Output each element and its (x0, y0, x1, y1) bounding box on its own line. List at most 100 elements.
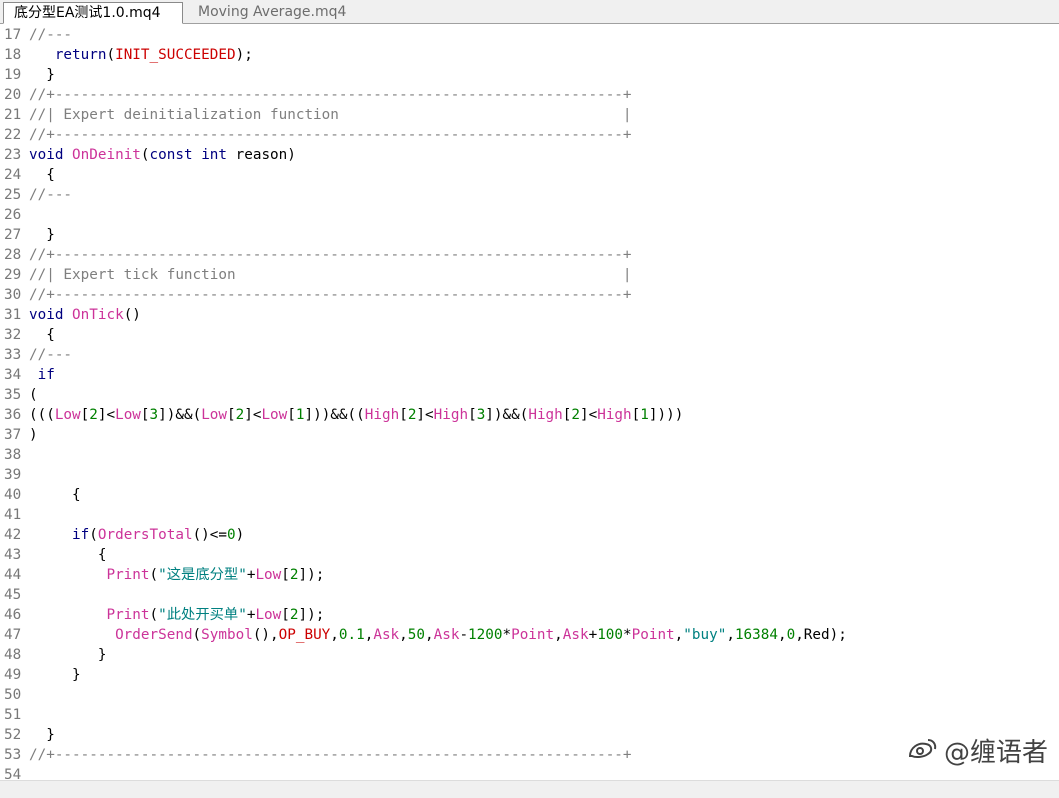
code-text: void OnTick() (29, 305, 141, 325)
code-text: (((Low[2]<Low[3])&&(Low[2]<Low[1]))&&((H… (29, 405, 683, 425)
line-number: 48 (4, 647, 22, 663)
code-token: OP_BUY (278, 627, 331, 643)
code-token: ( (89, 527, 98, 543)
code-token: //+-------------------------------------… (29, 247, 632, 263)
code-token: //--- (29, 347, 73, 363)
code-text: //+-------------------------------------… (29, 245, 632, 265)
line-number: 26 (4, 207, 22, 223)
code-token: 1 (295, 407, 305, 423)
code-token: 3 (476, 407, 486, 423)
line-number: 41 (4, 507, 22, 523)
code-token: [ (468, 407, 477, 423)
line-number: 34 (4, 367, 22, 383)
code-token: ) (29, 427, 38, 443)
code-editor[interactable]: 17//--- 18 return(INIT_SUCCEEDED); 19 } 20/… (0, 25, 1059, 780)
code-token: void (29, 147, 64, 163)
code-token: { (29, 327, 55, 343)
code-token: (), (252, 627, 279, 643)
code-token: [ (80, 407, 90, 423)
line-number: 20 (4, 87, 22, 103)
code-token: Print (106, 607, 150, 623)
line-number: 23 (4, 147, 22, 163)
code-token: ]))&&(( (304, 407, 365, 423)
code-token: //+-------------------------------------… (29, 87, 632, 103)
code-text: //+-------------------------------------… (29, 285, 632, 305)
code-token: const (149, 147, 193, 163)
code-token: [ (287, 407, 296, 423)
code-token: [ (227, 407, 236, 423)
code-text: } (29, 665, 81, 685)
code-token: Point (631, 627, 675, 643)
code-token: * (502, 627, 512, 643)
line-number: 50 (4, 687, 22, 703)
code-text: if(OrdersTotal()<=0) (29, 525, 244, 545)
line-number: 24 (4, 167, 22, 183)
code-text: //| Expert tick function | (29, 265, 632, 285)
code-token: Low (255, 607, 282, 623)
code-token: 2 (89, 407, 98, 423)
line-number: 21 (4, 107, 22, 123)
line-number: 44 (4, 567, 22, 583)
code-token: Symbol (201, 627, 253, 643)
code-text: } (29, 65, 55, 85)
code-token: ]< (244, 407, 262, 423)
code-token: ) (235, 527, 245, 543)
tab-dfx-ea[interactable]: 底分型EA测试1.0.mq4 (3, 2, 183, 24)
code-text: void OnDeinit(const int reason) (29, 145, 296, 165)
code-token: ( (29, 387, 38, 403)
line-number: 25 (4, 187, 22, 203)
code-token: Ask (433, 627, 460, 643)
code-text: //+-------------------------------------… (29, 125, 632, 145)
code-token: { (29, 167, 55, 183)
code-token: , (425, 627, 434, 643)
code-token: } (29, 67, 55, 83)
line-number: 39 (4, 467, 22, 483)
code-token: [ (140, 407, 150, 423)
code-token: "此处开买单" (158, 607, 247, 623)
line-number: 42 (4, 527, 22, 543)
tab-moving-average[interactable]: Moving Average.mq4 (188, 2, 356, 24)
code-token: ((( (29, 407, 55, 423)
code-token: , (554, 627, 563, 643)
code-text: OrderSend(Symbol(),OP_BUY,0.1,Ask,50,Ask… (29, 625, 847, 645)
code-token: } (29, 727, 55, 743)
code-token: "这是底分型" (158, 567, 247, 583)
code-token: } (29, 227, 55, 243)
line-number: 22 (4, 127, 22, 143)
code-token: , (777, 627, 787, 643)
line-number: 27 (4, 227, 22, 243)
code-text: ) (29, 425, 38, 445)
code-token: Low (115, 407, 141, 423)
code-token: ]< (97, 407, 116, 423)
code-text: return(INIT_SUCCEEDED); (29, 45, 253, 65)
watermark: @缠语者 (906, 730, 1048, 770)
code-token: [ (281, 607, 290, 623)
code-token: ()<= (192, 527, 227, 543)
code-token: if (72, 527, 90, 543)
line-number: 32 (4, 327, 22, 343)
code-token: Low (255, 567, 282, 583)
code-text: { (29, 545, 107, 565)
horizontal-scrollbar[interactable] (0, 780, 1059, 798)
code-token: 16384 (734, 627, 778, 643)
code-token: , (399, 627, 408, 643)
code-token: //+-------------------------------------… (29, 127, 632, 143)
code-text: { (29, 165, 55, 185)
code-token: ]< (416, 407, 434, 423)
code-token: //| Expert tick function | (29, 267, 632, 283)
code-token: Ask (373, 627, 400, 643)
code-token: 1200 (468, 627, 503, 643)
code-token: ( (149, 607, 159, 623)
code-text: Print("此处开买单"+Low[2]); (29, 605, 324, 625)
code-text: } (29, 725, 55, 745)
line-number: 28 (4, 247, 22, 263)
code-token: } (29, 647, 107, 663)
code-token: 2 (235, 407, 245, 423)
code-token: Ask (562, 627, 589, 643)
code-token: Low (54, 407, 81, 423)
code-token: ]))) (648, 407, 684, 423)
code-token: ( (140, 147, 150, 163)
